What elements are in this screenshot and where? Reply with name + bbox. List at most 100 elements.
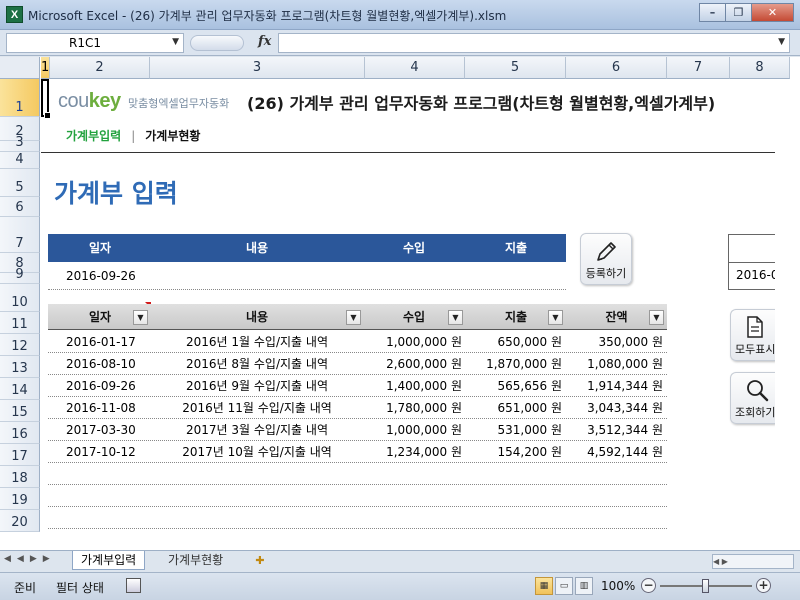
normal-view-icon[interactable]: ▦ [535, 577, 553, 595]
zoom-level[interactable]: 100% [601, 579, 635, 593]
table-row[interactable]: 2016-01-17 2016년 1월 수입/지출 내역 1,000,000 원 65… [48, 331, 667, 353]
row-header[interactable]: 14 [0, 378, 40, 400]
row-header[interactable]: 5 [0, 169, 40, 197]
table-row[interactable] [48, 529, 667, 550]
column-header[interactable]: 1 [41, 57, 50, 79]
excel-icon[interactable]: X [6, 6, 23, 23]
row-header[interactable]: 16 [0, 422, 40, 444]
table-cell[interactable]: 650,000 원 [466, 331, 562, 353]
row-header[interactable]: 17 [0, 444, 40, 466]
row-header[interactable]: 7 [0, 217, 40, 253]
column-header[interactable]: 4 [365, 57, 465, 79]
column-header[interactable]: 8 [730, 57, 790, 79]
table-cell[interactable]: 2016-09-26 [66, 375, 152, 397]
column-header[interactable]: 2 [50, 57, 150, 79]
table-cell[interactable]: 2017-03-30 [66, 419, 152, 441]
table-cell[interactable]: 651,000 원 [466, 397, 562, 419]
table-cell[interactable]: 2017년 3월 수입/지출 내역 [152, 419, 362, 441]
input-expense-field[interactable] [466, 262, 566, 290]
show-all-button[interactable]: 모두표시 [730, 309, 775, 361]
row-header[interactable]: 6 [0, 197, 40, 217]
table-row[interactable]: 2017-03-30 2017년 3월 수입/지출 내역 1,000,000 원 53… [48, 419, 667, 441]
filter-arrow-icon[interactable]: ▼ [548, 310, 563, 325]
column-header[interactable]: 3 [150, 57, 365, 79]
close-button[interactable]: ✕ [751, 3, 794, 22]
table-row[interactable]: 2017-10-12 2017년 10월 수입/지출 내역 1,234,000 원1… [48, 441, 667, 463]
insert-function-icon[interactable]: fx [258, 34, 271, 49]
table-cell[interactable]: 1,780,000 원 [362, 397, 462, 419]
page-layout-view-icon[interactable]: ▭ [555, 577, 573, 595]
column-header[interactable]: 7 [667, 57, 730, 79]
row-header[interactable]: 11 [0, 312, 40, 334]
tab-navigation-arrows[interactable]: ◀◀▶▶ [4, 554, 56, 564]
minimize-button[interactable]: – [699, 3, 726, 22]
table-cell[interactable]: 2016-11-08 [66, 397, 152, 419]
table-cell[interactable]: 1,400,000 원 [362, 375, 462, 397]
table-row[interactable]: 2016-11-08 2016년 11월 수입/지출 내역 1,780,000 원6… [48, 397, 667, 419]
row-header[interactable]: 9 [0, 267, 40, 284]
table-cell[interactable]: 3,512,344 원 [566, 419, 663, 441]
table-cell[interactable]: 154,200 원 [466, 441, 562, 463]
nav-item-status[interactable]: 가계부현황 [145, 129, 200, 143]
name-box[interactable]: R1C1 ▼ [6, 33, 184, 53]
table-cell[interactable]: 2017년 10월 수입/지출 내역 [152, 441, 362, 463]
row-header[interactable]: 12 [0, 334, 40, 356]
formula-input[interactable]: ▼ [278, 33, 790, 53]
table-cell[interactable]: 2016년 11월 수입/지출 내역 [152, 397, 362, 419]
table-row[interactable]: 2016-09-26 2016년 9월 수입/지출 내역 1,400,000 원 56… [48, 375, 667, 397]
table-cell[interactable]: 2,600,000 원 [362, 353, 462, 375]
register-button[interactable]: 등록하기 [580, 233, 632, 285]
table-cell[interactable]: 565,656 원 [466, 375, 562, 397]
expand-formula-icon[interactable]: ▼ [778, 37, 785, 47]
table-cell[interactable]: 2016년 8월 수입/지출 내역 [152, 353, 362, 375]
zoom-out-icon[interactable]: − [641, 578, 656, 593]
filter-applied-icon[interactable]: ▼ [133, 310, 148, 325]
row-header[interactable]: 19 [0, 488, 40, 510]
table-cell[interactable]: 2016년 1월 수입/지출 내역 [152, 331, 362, 353]
table-cell[interactable]: 1,870,000 원 [466, 353, 562, 375]
insert-sheet-icon[interactable]: ✚ [250, 553, 270, 569]
table-cell[interactable]: 2016-01-17 [66, 331, 152, 353]
active-cell-outline[interactable] [41, 79, 51, 119]
input-content-field[interactable] [152, 262, 362, 290]
column-header[interactable]: 6 [566, 57, 667, 79]
table-cell[interactable]: 531,000 원 [466, 419, 562, 441]
formula-controls[interactable] [190, 35, 244, 51]
table-cell[interactable]: 2016년 9월 수입/지출 내역 [152, 375, 362, 397]
page-break-view-icon[interactable]: ▥ [575, 577, 593, 595]
table-cell[interactable]: 350,000 원 [566, 331, 663, 353]
column-header[interactable]: 5 [465, 57, 566, 79]
filter-arrow-icon[interactable]: ▼ [448, 310, 463, 325]
table-cell[interactable]: 1,914,344 원 [566, 375, 663, 397]
input-date-field[interactable]: 2016-09-26 [66, 262, 152, 290]
input-income-field[interactable] [362, 262, 466, 290]
row-header[interactable]: 15 [0, 400, 40, 422]
sheet-tab-input[interactable]: 가계부입력 [72, 551, 146, 570]
table-cell[interactable]: 4,592,144 원 [566, 441, 663, 463]
search-button[interactable]: 조회하기 [730, 372, 775, 424]
table-cell[interactable]: 1,000,000 원 [362, 331, 462, 353]
macro-record-icon[interactable] [126, 578, 141, 593]
table-cell[interactable]: 3,043,344 원 [566, 397, 663, 419]
restore-button[interactable]: ❐ [725, 3, 752, 22]
row-header[interactable]: 13 [0, 356, 40, 378]
table-row[interactable] [48, 507, 667, 529]
table-cell[interactable]: 1,000,000 원 [362, 419, 462, 441]
table-row[interactable]: 2016-08-10 2016년 8월 수입/지출 내역 2,600,000 원 1,… [48, 353, 667, 375]
row-header[interactable]: 20 [0, 510, 40, 532]
zoom-slider[interactable] [660, 579, 752, 593]
row-header[interactable]: 4 [0, 152, 40, 169]
table-cell[interactable]: 2016-08-10 [66, 353, 152, 375]
zoom-slider-thumb[interactable] [702, 579, 709, 593]
table-cell[interactable]: 2017-10-12 [66, 441, 152, 463]
filter-arrow-icon[interactable]: ▼ [346, 310, 361, 325]
sheet-tab-status[interactable]: 가계부현황 [160, 551, 231, 570]
select-all-corner[interactable] [0, 57, 40, 79]
table-row[interactable] [48, 463, 667, 485]
nav-item-input[interactable]: 가계부입력 [66, 129, 121, 143]
table-row[interactable] [48, 485, 667, 507]
row-header[interactable]: 3 [0, 135, 40, 152]
horizontal-scrollbar[interactable]: ◀ ▶ [712, 554, 794, 569]
filter-arrow-icon[interactable]: ▼ [649, 310, 664, 325]
row-header[interactable]: 18 [0, 466, 40, 488]
